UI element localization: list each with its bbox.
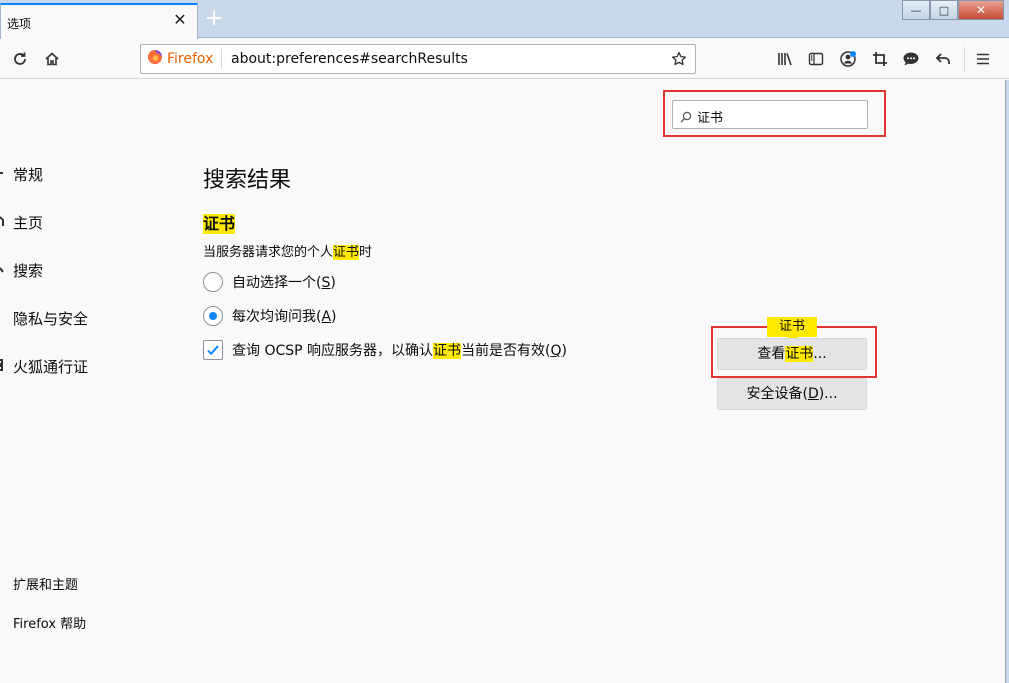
url-text[interactable]: about:preferences#searchResults: [231, 51, 468, 67]
chat-bubble-icon[interactable]: [900, 48, 922, 70]
gear-icon: [0, 166, 12, 184]
radio-ask-every-time-circle[interactable]: [203, 306, 223, 326]
home-icon: [0, 214, 12, 232]
button-text: )...: [818, 386, 838, 402]
view-certificates-button[interactable]: 查看证书...: [717, 338, 867, 370]
sidebar-item-sync[interactable]: 火狐通行证: [0, 356, 88, 377]
access-key: D: [807, 386, 819, 402]
ocsp-checkbox[interactable]: [203, 340, 223, 360]
minimize-button[interactable]: —: [902, 0, 930, 20]
tab-title: 选项: [7, 17, 32, 31]
maximize-icon: □: [938, 3, 950, 17]
sync-icon: [0, 358, 12, 376]
radio-ask-every-time-label: 每次均询问我(A): [232, 306, 337, 326]
label-text: 自动选择一个(: [232, 275, 322, 291]
search-highlight: 证书: [785, 346, 814, 362]
sidebar-item-label: 主页: [13, 214, 44, 232]
button-text: ...: [813, 346, 827, 362]
sidebar-item-label: 搜索: [13, 262, 44, 280]
window-right-border: [1005, 80, 1009, 683]
label-text: ): [561, 343, 567, 359]
search-highlight: 证书: [433, 343, 462, 359]
undo-arrow-icon[interactable]: [932, 48, 954, 70]
minimize-icon: —: [910, 3, 922, 17]
preferences-page: 证书 常规 主页 搜索 隐私与安全 火狐通行证 扩展和主题 Firefox 帮助…: [0, 80, 1005, 680]
search-value: 证书: [697, 111, 724, 126]
radio-auto-select[interactable]: 自动选择一个(S): [203, 272, 336, 292]
identity-box[interactable]: Firefox: [147, 49, 223, 69]
bookmark-star-icon[interactable]: [669, 49, 689, 69]
sidebar-toggle-icon[interactable]: [805, 48, 827, 70]
reload-icon[interactable]: [9, 48, 31, 70]
library-icon[interactable]: [774, 48, 796, 70]
radio-ask-every-time[interactable]: 每次均询问我(A): [203, 306, 337, 326]
search-annotation-box: 证书: [663, 90, 886, 137]
identity-label: Firefox: [167, 51, 214, 67]
new-tab-button[interactable]: +: [202, 8, 226, 32]
search-icon: [680, 108, 692, 127]
sidebar-item-general[interactable]: 常规: [0, 164, 43, 185]
close-icon: ✕: [975, 3, 987, 17]
firefox-logo-icon: [147, 49, 163, 69]
sidebar-addons-link[interactable]: 扩展和主题: [13, 574, 78, 593]
access-key: A: [321, 309, 332, 325]
hamburger-menu-icon[interactable]: [972, 48, 994, 70]
section-title-certificates: 证书: [203, 214, 236, 234]
label-text: 每次均询问我(: [232, 309, 322, 325]
sidebar-item-privacy[interactable]: 隐私与安全: [0, 308, 88, 329]
label-text: ): [331, 309, 337, 325]
page-title: 搜索结果: [203, 168, 292, 193]
security-devices-button[interactable]: 安全设备(D)...: [717, 378, 867, 410]
sidebar-item-label: 火狐通行证: [13, 358, 89, 376]
checkbox-ocsp[interactable]: 查询 OCSP 响应服务器，以确认证书当前是否有效(Q): [203, 340, 567, 360]
ocsp-label: 查询 OCSP 响应服务器，以确认证书当前是否有效(Q): [232, 340, 567, 360]
maximize-button[interactable]: □: [930, 0, 958, 20]
radio-auto-select-label: 自动选择一个(S): [232, 272, 336, 292]
nav-toolbar: Firefox about:preferences#searchResults: [0, 39, 1009, 79]
window-controls: — □ ✕: [902, 0, 1004, 20]
close-window-button[interactable]: ✕: [958, 0, 1004, 20]
search-input[interactable]: 证书: [672, 100, 868, 129]
title-bar: 选项 ✕ + — □ ✕: [0, 0, 1009, 39]
sidebar-item-label: 常规: [13, 166, 44, 184]
search-match-tooltip: 证书: [767, 317, 817, 342]
tab-close-icon[interactable]: ✕: [171, 11, 189, 29]
search-highlight: 证书: [333, 245, 360, 260]
toolbar-separator: [964, 47, 965, 71]
desc-text: 时: [359, 245, 373, 260]
button-text: 安全设备(: [746, 386, 808, 402]
url-bar[interactable]: Firefox about:preferences#searchResults: [140, 44, 696, 74]
desc-text: 当服务器请求您的个人: [203, 245, 334, 260]
access-key: Q: [550, 343, 562, 359]
sidebar-help-link[interactable]: Firefox 帮助: [13, 613, 86, 632]
screenshot-crop-icon[interactable]: [869, 48, 891, 70]
sidebar-item-search[interactable]: 搜索: [0, 260, 43, 281]
label-text: ): [330, 275, 336, 291]
label-text: 当前是否有效(: [461, 343, 551, 359]
button-text: 查看: [757, 346, 786, 362]
checkmark-icon: [207, 345, 219, 356]
account-icon[interactable]: [837, 48, 859, 70]
certificate-request-description: 当服务器请求您的个人证书时: [203, 244, 372, 262]
radio-auto-select-circle[interactable]: [203, 272, 223, 292]
sidebar-item-home[interactable]: 主页: [0, 212, 43, 233]
tab-preferences[interactable]: 选项 ✕: [0, 3, 198, 39]
label-text: 查询 OCSP 响应服务器，以确认: [232, 343, 434, 359]
search-icon: [0, 262, 12, 280]
home-icon[interactable]: [41, 48, 63, 70]
sidebar-item-label: 隐私与安全: [13, 310, 89, 328]
